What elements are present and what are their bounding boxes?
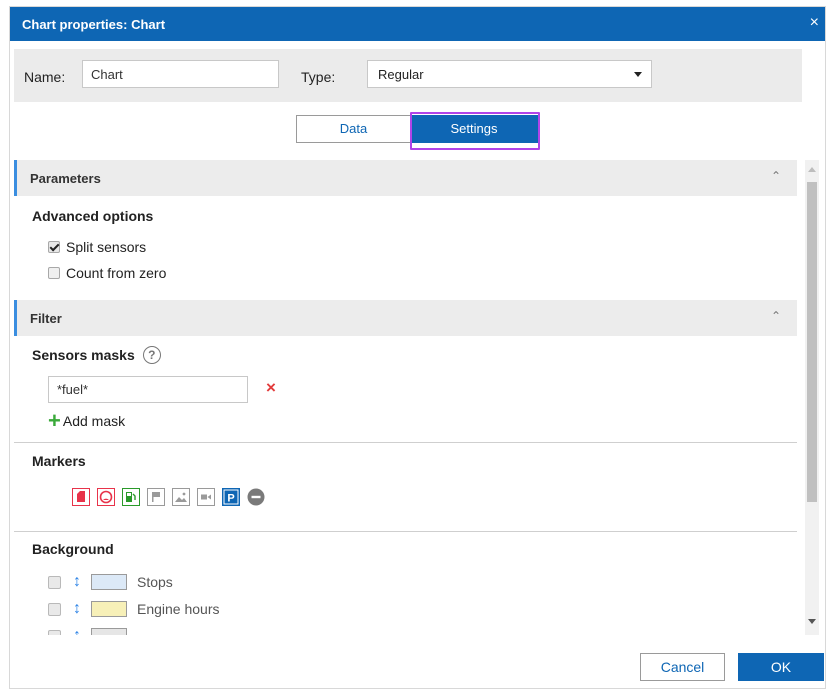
partial-row-checkbox[interactable] [48, 629, 61, 635]
settings-scroll-area: Parameters ⌃ Advanced options Split sens… [14, 160, 820, 635]
markers-icon-row: P [72, 488, 272, 506]
minus-circle-icon[interactable] [247, 488, 265, 506]
option-count-from-zero[interactable]: Count from zero [48, 265, 166, 281]
help-icon[interactable]: ? [142, 346, 161, 364]
delete-mask-icon[interactable]: × [266, 379, 276, 396]
sensors-masks-title: Sensors masks [32, 347, 135, 363]
plus-icon: + [48, 408, 61, 433]
background-title: Background [32, 541, 114, 557]
image-icon[interactable] [172, 488, 190, 506]
fuel-station-icon[interactable] [122, 488, 140, 506]
name-input[interactable] [82, 60, 279, 88]
parking-icon[interactable]: P [222, 488, 240, 506]
tab-data[interactable]: Data [296, 115, 410, 143]
advanced-options-title: Advanced options [32, 208, 154, 224]
background-row-stops[interactable]: ↕ Stops [48, 573, 173, 591]
video-camera-icon[interactable] [197, 488, 215, 506]
scrollbar-thumb[interactable] [807, 182, 817, 502]
dialog-titlebar: Chart properties: Chart × [10, 7, 825, 41]
sensor-mask-input[interactable] [48, 376, 248, 403]
stops-color-swatch[interactable] [91, 574, 127, 590]
section-title-parameters: Parameters [30, 171, 101, 186]
scroll-down-arrow-icon[interactable] [808, 619, 816, 624]
chevron-up-icon[interactable]: ⌃ [771, 169, 781, 183]
section-title-filter: Filter [30, 311, 62, 326]
resize-vertical-icon: ↕ [73, 573, 81, 590]
stops-checkbox[interactable] [48, 575, 61, 589]
divider [14, 531, 797, 532]
count-from-zero-checkbox[interactable] [48, 267, 60, 279]
vertical-scrollbar[interactable] [805, 160, 819, 635]
partial-row-color-swatch[interactable] [91, 628, 127, 635]
type-select[interactable]: Regular [367, 60, 652, 88]
add-mask-button[interactable]: + Add mask [48, 408, 126, 433]
flag-icon[interactable] [147, 488, 165, 506]
name-label: Name: [24, 69, 66, 85]
gauge-icon[interactable] [97, 488, 115, 506]
add-mask-label: Add mask [62, 413, 126, 429]
scroll-up-arrow-icon[interactable] [808, 167, 816, 172]
svg-text:P: P [227, 493, 234, 505]
divider [14, 442, 797, 443]
cancel-button[interactable]: Cancel [640, 653, 725, 681]
resize-vertical-icon: ↕ [73, 600, 81, 617]
background-row-engine-hours[interactable]: ↕ Engine hours [48, 600, 220, 618]
split-sensors-checkbox[interactable] [48, 241, 60, 253]
sensors-masks-title-row: Sensors masks ? [32, 346, 161, 364]
chevron-down-icon [634, 72, 642, 77]
count-from-zero-label: Count from zero [66, 265, 167, 281]
section-header-parameters[interactable]: Parameters ⌃ [14, 160, 797, 196]
type-label: Type: [301, 69, 336, 85]
tab-highlight-frame [410, 112, 540, 150]
background-row-partial[interactable]: ↕ [48, 627, 137, 635]
engine-hours-color-swatch[interactable] [91, 601, 127, 617]
engine-hours-label: Engine hours [137, 601, 220, 617]
fuel-can-icon[interactable] [72, 488, 90, 506]
section-header-filter[interactable]: Filter ⌃ [14, 300, 797, 336]
ok-button[interactable]: OK [738, 653, 824, 681]
name-type-bar: Name: Type: Regular [14, 49, 802, 102]
type-select-value: Regular [378, 67, 424, 82]
stops-label: Stops [137, 574, 173, 590]
chevron-up-icon[interactable]: ⌃ [771, 309, 781, 323]
resize-vertical-icon: ↕ [73, 627, 81, 635]
dialog-title: Chart properties: Chart [22, 17, 166, 32]
option-split-sensors[interactable]: Split sensors [48, 239, 146, 255]
engine-hours-checkbox[interactable] [48, 602, 61, 616]
split-sensors-label: Split sensors [66, 239, 147, 255]
markers-title: Markers [32, 453, 86, 469]
close-icon[interactable]: × [810, 13, 819, 33]
